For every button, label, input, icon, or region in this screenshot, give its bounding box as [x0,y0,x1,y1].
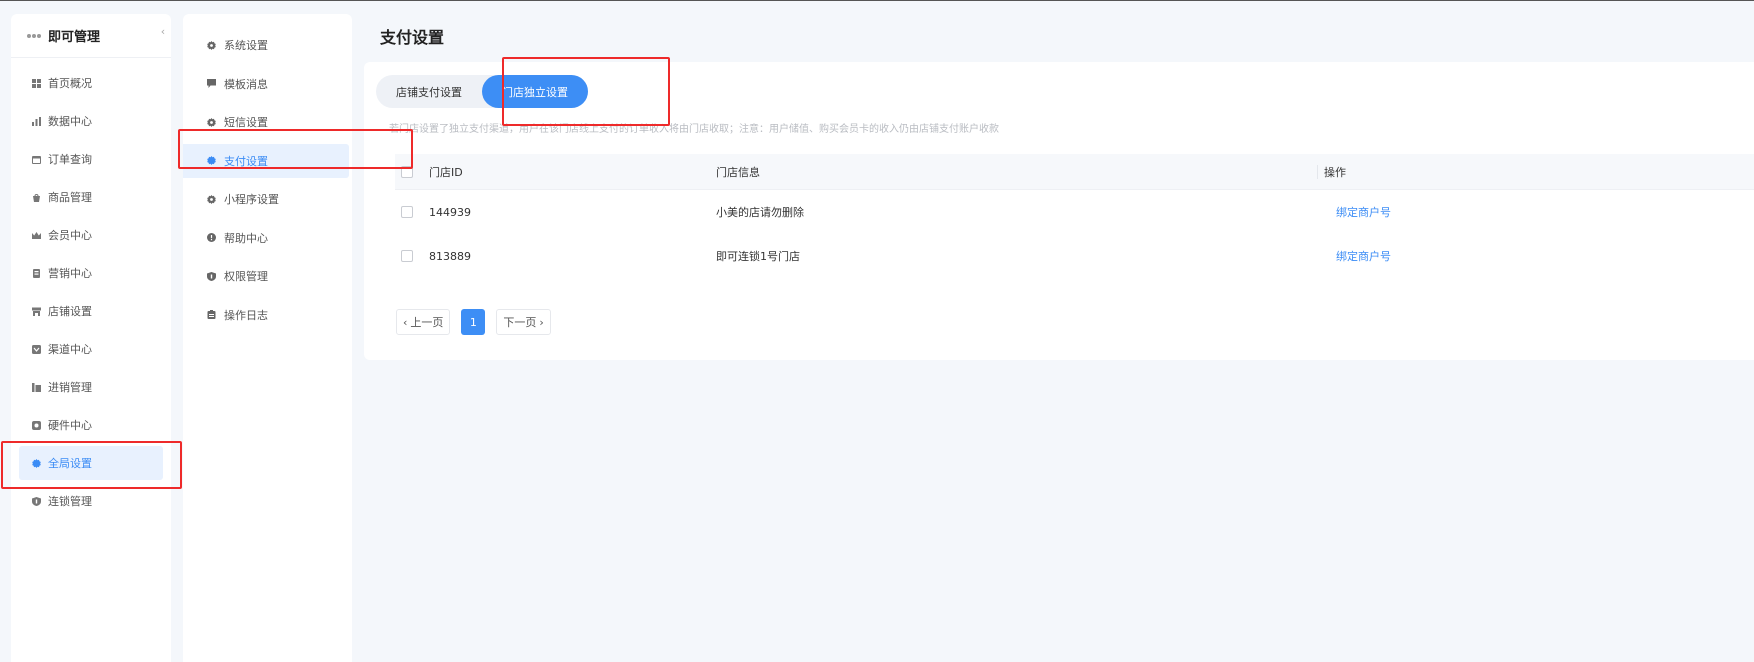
sidebar-item-label: 硬件中心 [48,419,92,432]
subnav-item-miniprogram-settings[interactable]: 小程序设置 [183,182,349,216]
bind-merchant-link[interactable]: 绑定商户号 [1336,204,1391,220]
sidebar-item-data[interactable]: 数据中心 [19,104,163,138]
subnav-item-label: 权限管理 [224,270,268,283]
row-checkbox[interactable] [401,250,413,262]
inventory-icon [32,382,41,392]
hardware-icon [32,420,41,430]
tab-store-payment-settings[interactable]: 店铺支付设置 [376,75,482,108]
primary-sidebar: 即可管理 首页概况 数据中心 订单查询 商品管理 会员中心 营销中心 店铺设置 … [11,14,171,662]
row-checkbox[interactable] [401,206,413,218]
shield-icon [207,271,216,281]
sidebar-item-chain[interactable]: 连锁管理 [19,484,163,518]
cell-branch-info: 即可连锁1号门店 [716,250,800,263]
bind-merchant-link[interactable]: 绑定商户号 [1336,248,1391,264]
window-top-border [0,0,1754,1]
page-number-button[interactable]: 1 [461,309,486,335]
sidebar-item-global-settings[interactable]: 全局设置 [19,446,163,480]
subnav-item-label: 短信设置 [224,116,268,129]
shield-icon [32,496,41,506]
column-header-info: 门店信息 [716,165,760,179]
brand-logo-icon [27,33,41,39]
subnav-item-help-center[interactable]: 帮助中心 [183,221,349,255]
app-title: 即可管理 [48,30,101,45]
next-page-button[interactable]: 下一页 › [496,309,551,335]
clipboard-icon [207,310,216,319]
column-header-actions: 操作 [1317,164,1754,179]
marketing-icon [32,268,41,278]
subnav-item-sms-settings[interactable]: 短信设置 [183,105,349,139]
next-page-label: 下一页 [503,316,537,329]
calendar-icon [32,155,41,164]
gear-icon [207,194,216,204]
channel-icon [32,344,41,354]
bar-chart-icon [32,116,41,126]
sidebar-item-label: 订单查询 [48,153,92,166]
subnav-item-label: 模板消息 [224,77,268,91]
store-icon [32,307,41,316]
subnav-item-permissions[interactable]: 权限管理 [183,259,349,293]
subnav-item-payment-settings[interactable]: 支付设置 [183,143,349,178]
table-header: 门店ID 门店信息 操作 [395,154,1754,190]
subnav-item-label: 帮助中心 [224,231,268,245]
message-icon [207,79,216,88]
settings-tabs: 店铺支付设置 门店独立设置 [376,75,588,108]
pagination: ‹ 上一页 1 下一页 › [396,309,551,335]
select-all-checkbox[interactable] [401,165,413,178]
sidebar-item-orders[interactable]: 订单查询 [19,142,163,176]
sidebar-item-home[interactable]: 首页概况 [19,66,163,100]
primary-nav: 首页概况 数据中心 订单查询 商品管理 会员中心 营销中心 店铺设置 渠道中心 [11,66,171,518]
sidebar-item-hardware[interactable]: 硬件中心 [19,408,163,442]
subnav-item-label: 支付设置 [224,154,268,168]
prev-page-label: 上一页 [410,316,444,329]
subnav-item-label: 操作日志 [224,308,268,322]
gear-icon [207,156,216,165]
column-header-id: 门店ID [429,165,463,179]
payment-settings-card: 店铺支付设置 门店独立设置 若门店设置了独立支付渠道，用户在该门店线上支付的订单… [364,62,1754,360]
sidebar-item-label: 营销中心 [48,267,92,280]
sidebar-item-inventory[interactable]: 进销管理 [19,370,163,404]
page-title: 支付设置 [380,28,445,47]
branch-table: 门店ID 门店信息 操作 144939 小美的店请勿删除 绑定商户号 81388… [395,154,1754,278]
subnav-item-operation-log[interactable]: 操作日志 [183,298,349,332]
sidebar-item-members[interactable]: 会员中心 [19,218,163,252]
cell-branch-info: 小美的店请勿删除 [716,206,804,219]
notice-text: 若门店设置了独立支付渠道，用户在该门店线上支付的订单收入将由门店收取；注意：用户… [389,124,999,135]
crown-icon [32,231,41,240]
sidebar-item-label: 店铺设置 [48,305,92,318]
subnav-item-label: 系统设置 [224,39,268,52]
table-row: 813889 即可连锁1号门店 绑定商户号 [395,234,1754,278]
sidebar-item-label: 进销管理 [48,381,92,394]
sidebar-item-marketing[interactable]: 营销中心 [19,256,163,290]
collapse-sidebar-icon[interactable]: ‹ [156,25,170,39]
brand-header: 即可管理 [11,14,171,58]
sidebar-item-label: 首页概况 [48,77,92,90]
gear-icon [207,40,216,50]
help-icon [207,233,216,242]
sidebar-item-label: 数据中心 [48,115,92,128]
sidebar-item-store-settings[interactable]: 店铺设置 [19,294,163,328]
subnav-item-template-messages[interactable]: 模板消息 [183,67,349,101]
sidebar-item-label: 商品管理 [48,191,92,204]
cell-branch-id: 144939 [429,205,471,219]
tab-branch-independent-settings[interactable]: 门店独立设置 [482,75,588,108]
secondary-sidebar: 系统设置 模板消息 短信设置 支付设置 小程序设置 帮助中心 权限管理 操作日志 [183,14,352,662]
table-row: 144939 小美的店请勿删除 绑定商户号 [395,190,1754,234]
sidebar-item-label: 连锁管理 [48,495,92,508]
gear-icon [207,117,216,127]
cell-branch-id: 813889 [429,249,471,263]
sidebar-item-products[interactable]: 商品管理 [19,180,163,214]
subnav-item-system-settings[interactable]: 系统设置 [183,28,349,62]
subnav-item-label: 小程序设置 [224,193,279,206]
chevron-right-icon: › [539,315,544,329]
sidebar-item-channels[interactable]: 渠道中心 [19,332,163,366]
prev-page-button[interactable]: ‹ 上一页 [396,309,451,335]
shop-bag-icon [32,193,41,202]
sidebar-item-label: 会员中心 [48,229,92,242]
grid-icon [32,78,41,88]
sidebar-item-label: 渠道中心 [48,343,92,356]
gear-icon [32,458,41,468]
sidebar-item-label: 全局设置 [48,457,92,470]
chevron-left-icon: ‹ [403,315,408,329]
